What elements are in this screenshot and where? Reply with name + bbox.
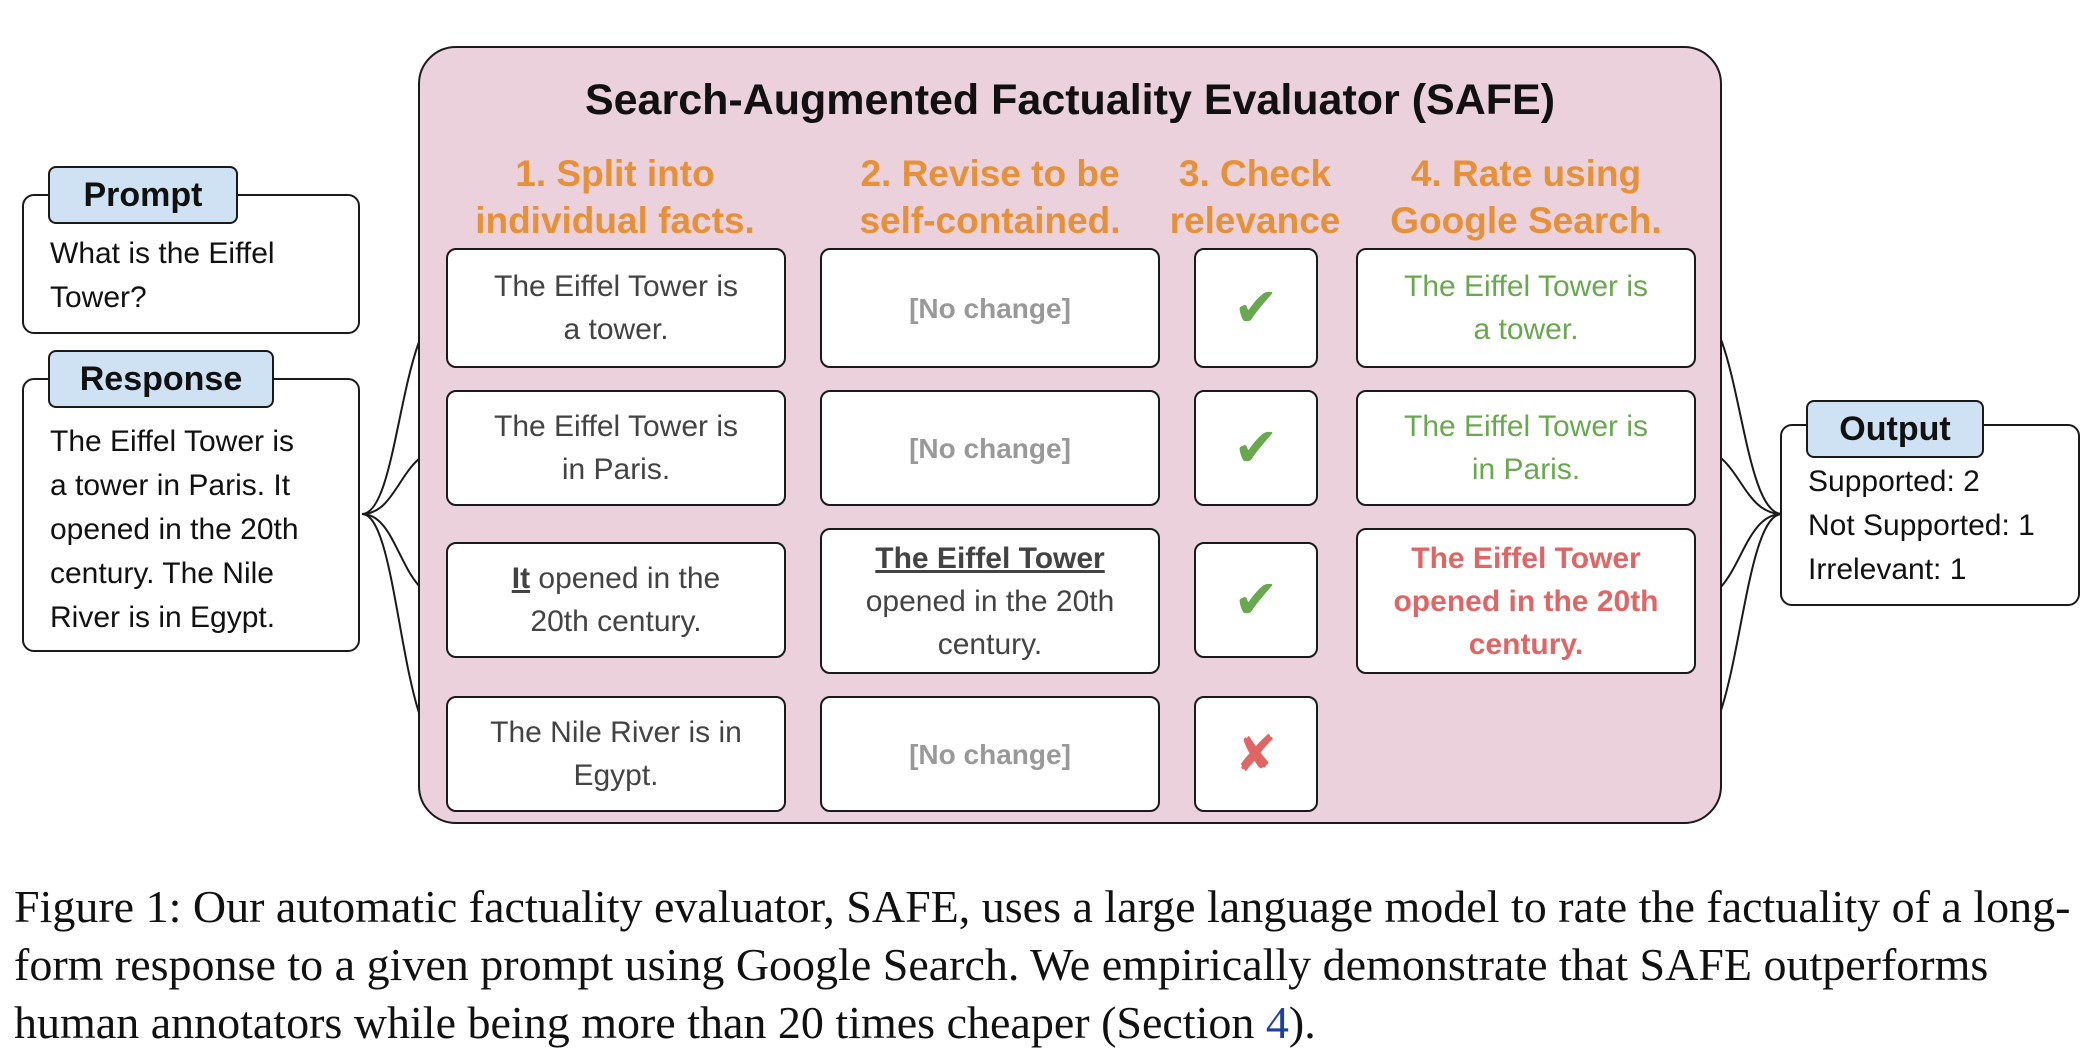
output-label: Output [1806,400,1984,458]
revision-4: [No change] [820,696,1160,812]
fact-4: The Nile River is in Egypt. [446,696,786,812]
fact-3: It opened in the 20th century. [446,542,786,658]
revised-subject: The Eiffel Tower [875,541,1105,575]
step-2-header: 2. Revise to be self-contained. [859,153,1121,241]
relevance-cross-4-icon: ✘ [1194,696,1318,812]
revision-1: [No change] [820,248,1160,368]
fact-1: The Eiffel Tower is a tower. [446,248,786,368]
response-box: The Eiffel Tower is a tower in Paris. It… [22,378,360,652]
relevance-check-1-icon: ✔ [1194,248,1318,368]
pronoun-it: It [511,562,531,595]
rating-1: The Eiffel Tower is a tower. [1356,248,1696,368]
rating-3: The Eiffel Tower opened in the 20th centur… [1356,528,1696,674]
response-label: Response [48,350,274,408]
figure-caption: Figure 1: Our automatic factuality evalu… [14,881,2071,1048]
relevance-check-2-icon: ✔ [1194,390,1318,506]
fact-2: The Eiffel Tower is in Paris. [446,390,786,506]
relevance-check-3-icon: ✔ [1194,542,1318,658]
step-3-header: 3. Check relevance [1169,153,1341,241]
prompt-label: Prompt [48,166,238,224]
step-1-header: 1. Split into individual facts. [475,153,755,241]
section-link[interactable]: 4 [1266,997,1289,1048]
revision-3: The Eiffel Tower opened in the 20th centur… [820,528,1160,674]
rating-2: The Eiffel Tower is in Paris. [1356,390,1696,506]
diagram-title: Search-Augmented Factuality Evaluator (S… [584,76,1556,124]
step-4-header: 4. Rate using Google Search. [1390,153,1662,241]
revision-2: [No change] [820,390,1160,506]
